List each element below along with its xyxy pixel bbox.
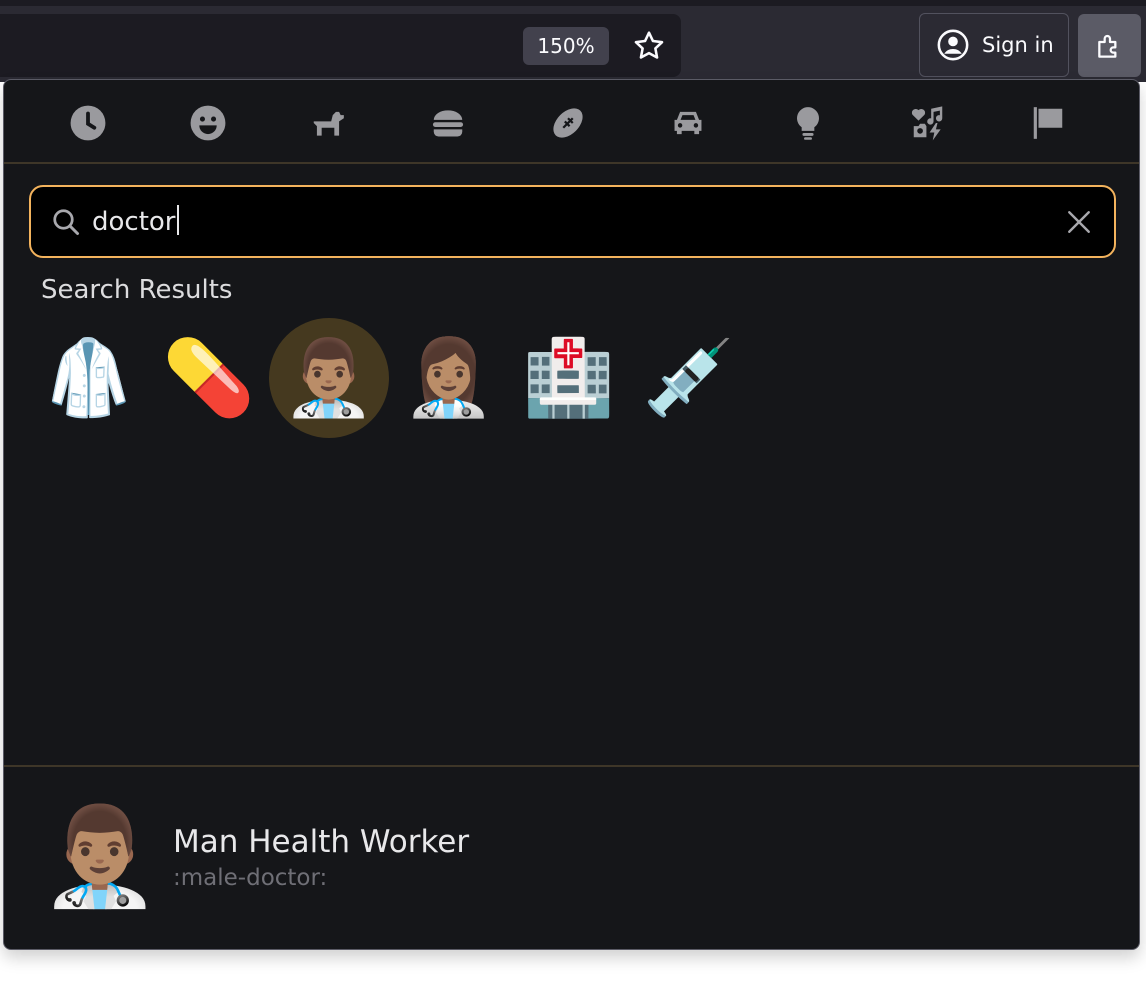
zoom-level-badge[interactable]: 150% [523,27,609,65]
clock-icon [70,105,106,141]
football-icon [553,108,583,138]
sign-in-button[interactable]: Sign in [919,13,1069,77]
bookmark-star-button[interactable] [628,26,670,66]
category-flags[interactable] [1028,103,1068,143]
tab-strip-edge [0,0,1146,6]
sign-in-label: Sign in [982,33,1054,57]
emoji-result-female-doctor[interactable]: 👩🏽‍⚕️ [389,318,509,438]
flag-icon [1033,107,1063,139]
browser-toolbar: 150% Sign in [0,0,1146,82]
preview-emoji-shortcode: :male-doctor: [173,865,328,891]
emoji-picker-panel: doctor Search Results 🥼 💊 👨🏽‍⚕️ 👩🏽‍⚕️ 🏥 … [3,79,1140,950]
account-icon [937,29,969,61]
emoji-result-hospital[interactable]: 🏥 [509,318,629,438]
emoji-result-pill[interactable]: 💊 [149,318,269,438]
emoji-preview: 👨🏽‍⚕️ Man Health Worker :male-doctor: [4,765,1139,949]
category-symbols[interactable] [908,103,948,143]
category-animals[interactable] [308,103,348,143]
smiley-icon [190,105,226,141]
symbols-icon [911,106,943,141]
category-frequent[interactable] [68,103,108,143]
category-smileys[interactable] [188,103,228,143]
puzzle-icon [1097,34,1116,58]
burger-icon [432,110,464,137]
preview-emoji-name: Man Health Worker [173,824,470,860]
emoji-search-box[interactable]: doctor [29,185,1116,258]
emoji-result-lab-coat[interactable]: 🥼 [29,318,149,438]
category-activity[interactable] [548,103,588,143]
text-caret [176,205,179,235]
search-results-heading: Search Results [41,275,233,305]
category-travel[interactable] [668,103,708,143]
preview-emoji: 👨🏽‍⚕️ [40,800,160,912]
category-food[interactable] [428,103,468,143]
emoji-result-male-doctor[interactable]: 👨🏽‍⚕️ [269,318,389,438]
category-objects[interactable] [788,103,828,143]
search-input-value: doctor [92,207,176,237]
search-icon [53,209,79,235]
extensions-button[interactable] [1078,14,1141,77]
search-input[interactable]: doctor [92,204,179,240]
car-icon [674,111,702,135]
clear-search-button[interactable] [1064,207,1094,237]
category-bar [4,80,1139,164]
emoji-result-syringe[interactable]: 💉 [629,318,749,438]
star-icon [634,31,664,59]
dog-icon [313,111,344,136]
lightbulb-icon [797,107,819,140]
close-icon [1068,211,1090,233]
